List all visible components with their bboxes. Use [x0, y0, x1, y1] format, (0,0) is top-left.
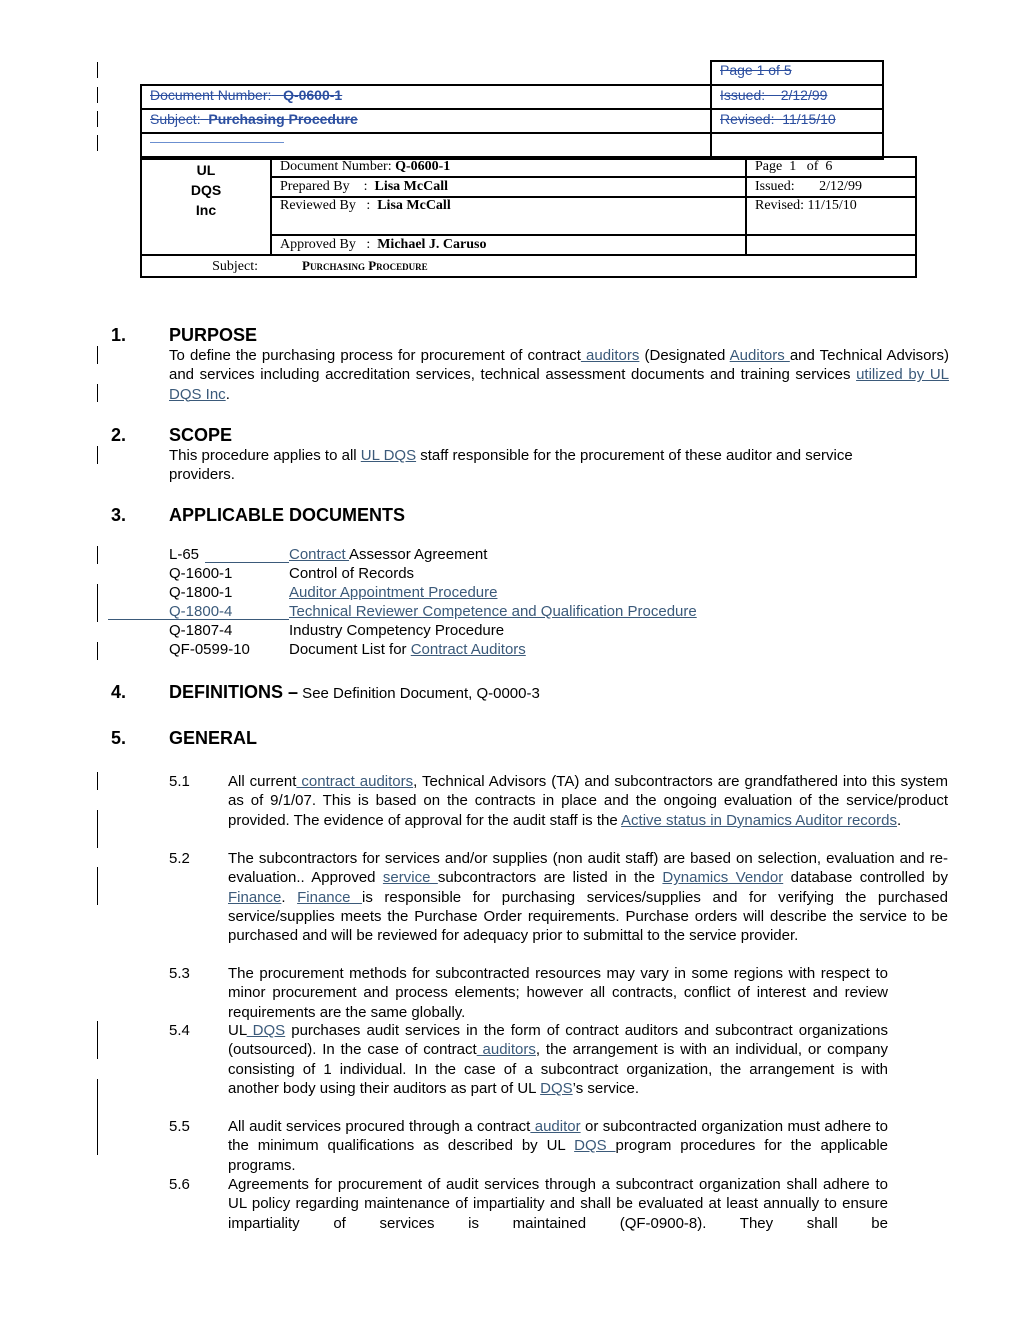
change-bar — [97, 772, 98, 790]
old-page-number: Page 1 of 5 — [720, 62, 792, 78]
change-bar — [97, 1117, 98, 1155]
link-auditor[interactable]: auditor — [530, 1118, 581, 1135]
scope-text: This procedure applies to all UL DQS sta… — [169, 447, 853, 484]
change-bar — [97, 810, 98, 848]
reviewed-by: Reviewed By : Lisa McCall — [270, 196, 747, 236]
old-document-number: Document Number: Q-0600-1 — [150, 87, 343, 103]
change-bar — [97, 1079, 98, 1117]
link-ul-dqs[interactable]: UL DQS — [361, 447, 416, 464]
change-bar — [97, 642, 98, 660]
link-auditors[interactable]: auditors — [581, 347, 639, 364]
empty-cell — [745, 234, 917, 256]
prepared-by: Prepared By : Lisa McCall — [270, 176, 747, 198]
link-dqs-3[interactable]: DQS — [574, 1137, 615, 1154]
change-bar — [97, 62, 98, 78]
link-dqs[interactable]: DQS — [247, 1022, 286, 1039]
change-bar — [97, 1021, 98, 1059]
link-finance[interactable]: Finance — [228, 889, 281, 906]
revised-date: Revised: 11/15/10 — [745, 196, 917, 236]
change-bar — [97, 446, 98, 464]
page-number: Page 1 of 6 — [745, 156, 917, 178]
link-finance-2[interactable]: Finance — [297, 889, 362, 906]
link-auditors-designated[interactable]: Auditors — [730, 347, 790, 364]
document-header: UL DQS Inc Document Number: Q-0600-1 Pag… — [140, 156, 917, 278]
subject-value: Purchasing Procedure — [302, 257, 428, 273]
issued-date: Issued: 2/12/99 — [745, 176, 917, 198]
old-issued: Issued: 2/12/99 — [720, 87, 828, 103]
old-revised: Revised: 11/15/10 — [720, 111, 836, 127]
change-bar — [97, 546, 98, 564]
link-dqs-2[interactable]: DQS — [540, 1080, 573, 1097]
link-auditors[interactable]: auditors — [477, 1041, 536, 1058]
company-logo-text: UL DQS Inc — [140, 156, 272, 256]
change-bar — [97, 346, 98, 364]
subject-row: Subject: Purchasing Procedure — [140, 254, 917, 278]
link-contract-auditors[interactable]: contract auditors — [296, 773, 413, 790]
link-dynamics-vendor[interactable]: Dynamics Vendor — [662, 869, 783, 886]
approved-by: Approved By : Michael J. Caruso — [270, 234, 747, 256]
old-subject: Subject: Purchasing Procedure — [150, 111, 358, 127]
old-blank-underline — [150, 142, 284, 143]
link-service[interactable]: service — [383, 869, 438, 886]
change-bar — [97, 867, 98, 905]
change-bar — [97, 384, 98, 402]
change-bar — [97, 111, 98, 127]
old-header: Page 1 of 5 Document Number: Q-0600-1 Is… — [140, 60, 884, 160]
document-number: Document Number: Q-0600-1 — [270, 156, 747, 178]
link-auditor-appointment-procedure[interactable]: Auditor Appointment Procedure — [289, 584, 497, 601]
link-contract[interactable]: Contract — [289, 546, 349, 563]
change-bar — [97, 87, 98, 103]
link-technical-reviewer-procedure[interactable]: Technical Reviewer Competence and Qualif… — [289, 603, 697, 620]
purpose-text: To define the purchasing process for pro… — [169, 347, 950, 403]
change-bar — [97, 135, 98, 151]
link-active-status[interactable]: Active status in Dynamics Auditor record… — [621, 812, 897, 829]
change-bar — [97, 584, 98, 622]
link-contract-auditors[interactable]: Contract Auditors — [411, 641, 526, 658]
